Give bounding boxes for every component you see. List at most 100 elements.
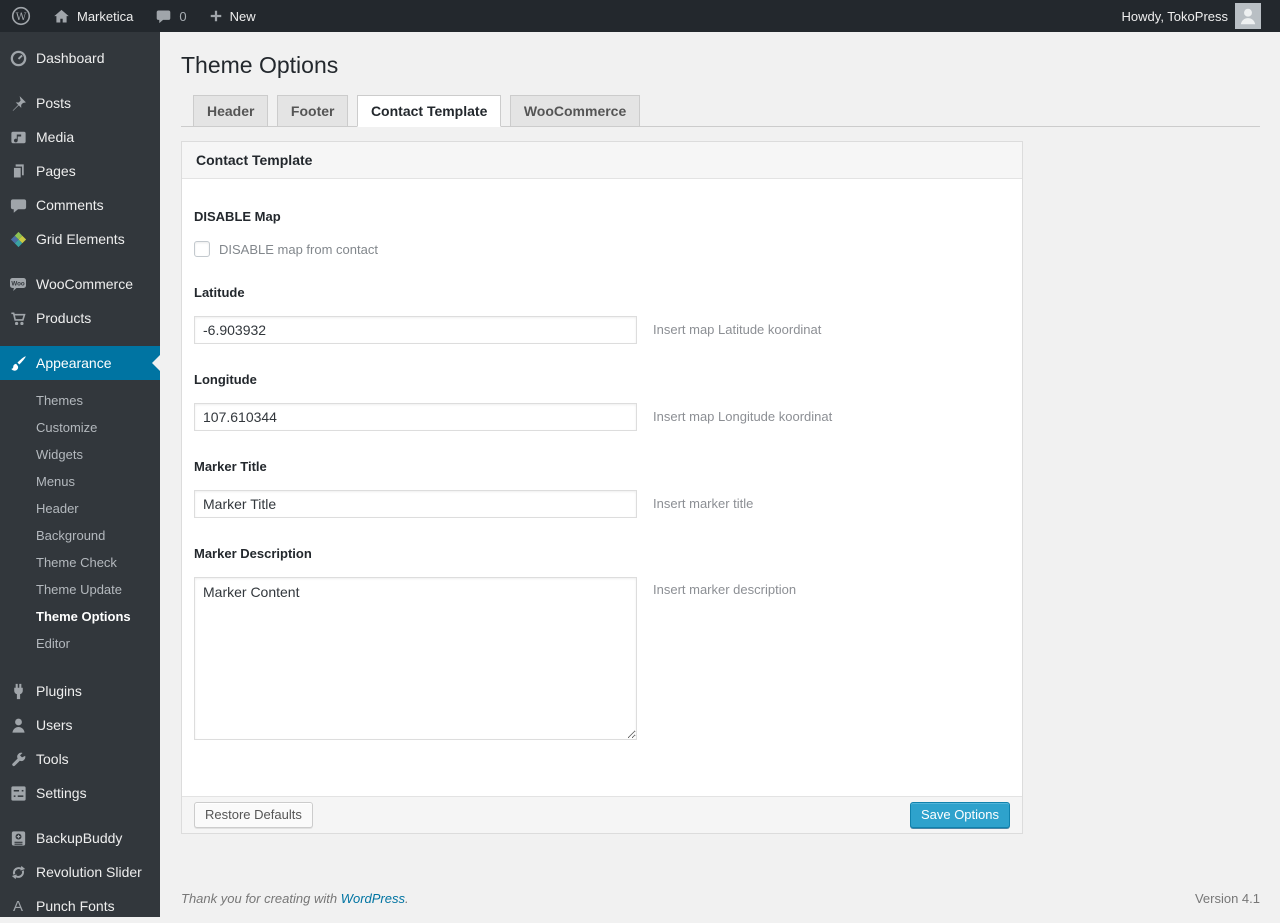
latitude-input[interactable] — [194, 316, 637, 344]
appearance-submenu: Themes Customize Widgets Menus Header Ba… — [0, 380, 160, 663]
dashboard-icon — [0, 49, 36, 68]
content-area: Theme Options Header Footer Contact Temp… — [160, 32, 1280, 917]
home-icon — [53, 8, 70, 25]
new-label: New — [229, 8, 256, 24]
comments-menu[interactable]: 0 — [144, 0, 197, 32]
submenu-item-theme-check[interactable]: Theme Check — [0, 549, 160, 576]
sidebar-item-backupbuddy[interactable]: BackupBuddy — [0, 821, 160, 855]
latitude-label: Latitude — [194, 285, 245, 300]
tab-woocommerce[interactable]: WooCommerce — [509, 95, 641, 126]
longitude-input[interactable] — [194, 403, 637, 431]
sidebar-item-tools[interactable]: Tools — [0, 742, 160, 776]
plus-icon — [209, 9, 223, 23]
submenu-item-header[interactable]: Header — [0, 495, 160, 522]
sidebar-item-posts[interactable]: Posts — [0, 86, 160, 120]
submenu-item-editor[interactable]: Editor — [0, 630, 160, 657]
plugin-icon — [0, 682, 36, 701]
tab-footer[interactable]: Footer — [276, 95, 349, 126]
page-footer: Thank you for creating with WordPress. V… — [181, 891, 1260, 906]
sidebar-item-label: Punch Fonts — [36, 898, 115, 914]
disable-map-field: DISABLE Map DISABLE map from contact — [194, 209, 1010, 257]
sidebar-item-products[interactable]: Products — [0, 301, 160, 335]
sidebar-item-label: Products — [36, 310, 92, 326]
howdy-text: Howdy, TokoPress — [1121, 8, 1228, 24]
sidebar-item-punch-fonts[interactable]: A Punch Fonts — [0, 889, 160, 923]
sidebar-item-label: Settings — [36, 785, 87, 801]
sidebar-item-comments[interactable]: Comments — [0, 188, 160, 222]
sidebar-item-settings[interactable]: Settings — [0, 776, 160, 810]
sidebar-item-label: Grid Elements — [36, 231, 125, 247]
submenu-item-background[interactable]: Background — [0, 522, 160, 549]
latitude-hint: Insert map Latitude koordinat — [653, 322, 822, 337]
wrench-icon — [0, 750, 36, 769]
disable-map-checkbox-label: DISABLE map from contact — [219, 241, 378, 257]
account-menu[interactable]: Howdy, TokoPress — [1111, 3, 1272, 29]
marker-title-label: Marker Title — [194, 459, 267, 474]
marker-description-textarea[interactable]: Marker Content — [194, 577, 637, 740]
wp-logo-menu[interactable]: W — [0, 0, 42, 32]
refresh-icon — [0, 863, 36, 882]
sidebar-item-label: Revolution Slider — [36, 864, 142, 880]
wordpress-link[interactable]: WordPress — [341, 891, 405, 906]
media-icon — [0, 128, 36, 147]
sidebar-item-woocommerce[interactable]: Woo WooCommerce — [0, 267, 160, 301]
longitude-hint: Insert map Longitude koordinat — [653, 409, 833, 424]
sidebar-item-label: WooCommerce — [36, 276, 133, 292]
disable-map-checkbox[interactable] — [194, 241, 210, 257]
user-icon — [0, 716, 36, 735]
sidebar-item-revolution-slider[interactable]: Revolution Slider — [0, 855, 160, 889]
new-content-menu[interactable]: New — [198, 0, 267, 32]
sidebar-item-media[interactable]: Media — [0, 120, 160, 154]
page-title: Theme Options — [181, 52, 339, 78]
site-menu[interactable]: Marketica — [42, 0, 144, 32]
marker-title-input[interactable] — [194, 490, 637, 518]
sidebar-item-label: Pages — [36, 163, 76, 179]
grid-elements-icon — [0, 230, 36, 249]
sidebar-item-label: BackupBuddy — [36, 830, 123, 846]
sidebar-item-label: Tools — [36, 751, 69, 767]
submenu-item-theme-update[interactable]: Theme Update — [0, 576, 160, 603]
avatar — [1235, 3, 1261, 29]
tab-contact-template[interactable]: Contact Template — [356, 95, 502, 127]
admin-bar: W Marketica 0 New Howdy, TokoPress — [0, 0, 1280, 32]
sidebar-item-users[interactable]: Users — [0, 708, 160, 742]
sidebar-item-appearance[interactable]: Appearance — [0, 346, 160, 380]
submenu-item-themes[interactable]: Themes — [0, 387, 160, 414]
submenu-item-menus[interactable]: Menus — [0, 468, 160, 495]
sidebar-item-label: Appearance — [36, 355, 112, 371]
panel-title: Contact Template — [196, 152, 313, 168]
footer-thanks: Thank you for creating with WordPress. — [181, 891, 409, 906]
cart-icon — [0, 309, 36, 328]
latitude-field: Latitude Insert map Latitude koordinat — [194, 285, 1010, 344]
sidebar-item-label: Plugins — [36, 683, 82, 699]
pages-icon — [0, 162, 36, 181]
sidebar-item-label: Users — [36, 717, 73, 733]
version-text: Version 4.1 — [1194, 891, 1260, 906]
admin-sidebar: Dashboard Posts Media Pages Comments Gri… — [0, 32, 160, 917]
submenu-item-customize[interactable]: Customize — [0, 414, 160, 441]
marker-title-field: Marker Title Insert marker title — [194, 459, 1010, 518]
disable-map-label: DISABLE Map — [194, 209, 281, 224]
panel-body: DISABLE Map DISABLE map from contact Lat… — [182, 179, 1022, 796]
settings-icon — [0, 784, 36, 803]
restore-defaults-button[interactable]: Restore Defaults — [194, 802, 313, 828]
thanks-suffix: . — [405, 891, 409, 906]
svg-text:Woo: Woo — [11, 280, 25, 287]
disable-map-checkbox-row[interactable]: DISABLE map from contact — [194, 241, 1010, 257]
marker-title-hint: Insert marker title — [653, 496, 754, 511]
submenu-item-widgets[interactable]: Widgets — [0, 441, 160, 468]
panel-footer: Restore Defaults Save Options — [182, 796, 1022, 833]
svg-text:W: W — [16, 11, 27, 23]
wordpress-logo-icon: W — [11, 6, 31, 26]
contact-template-panel: Contact Template DISABLE Map DISABLE map… — [181, 141, 1023, 834]
sidebar-item-pages[interactable]: Pages — [0, 154, 160, 188]
save-options-button[interactable]: Save Options — [909, 802, 1010, 828]
sidebar-item-dashboard[interactable]: Dashboard — [0, 41, 160, 75]
tab-header[interactable]: Header — [193, 95, 269, 126]
comment-bubble-icon — [155, 8, 172, 25]
submenu-item-theme-options[interactable]: Theme Options — [0, 603, 160, 630]
woocommerce-icon: Woo — [0, 274, 36, 294]
panel-header: Contact Template — [182, 142, 1022, 179]
sidebar-item-plugins[interactable]: Plugins — [0, 674, 160, 708]
sidebar-item-grid-elements[interactable]: Grid Elements — [0, 222, 160, 256]
